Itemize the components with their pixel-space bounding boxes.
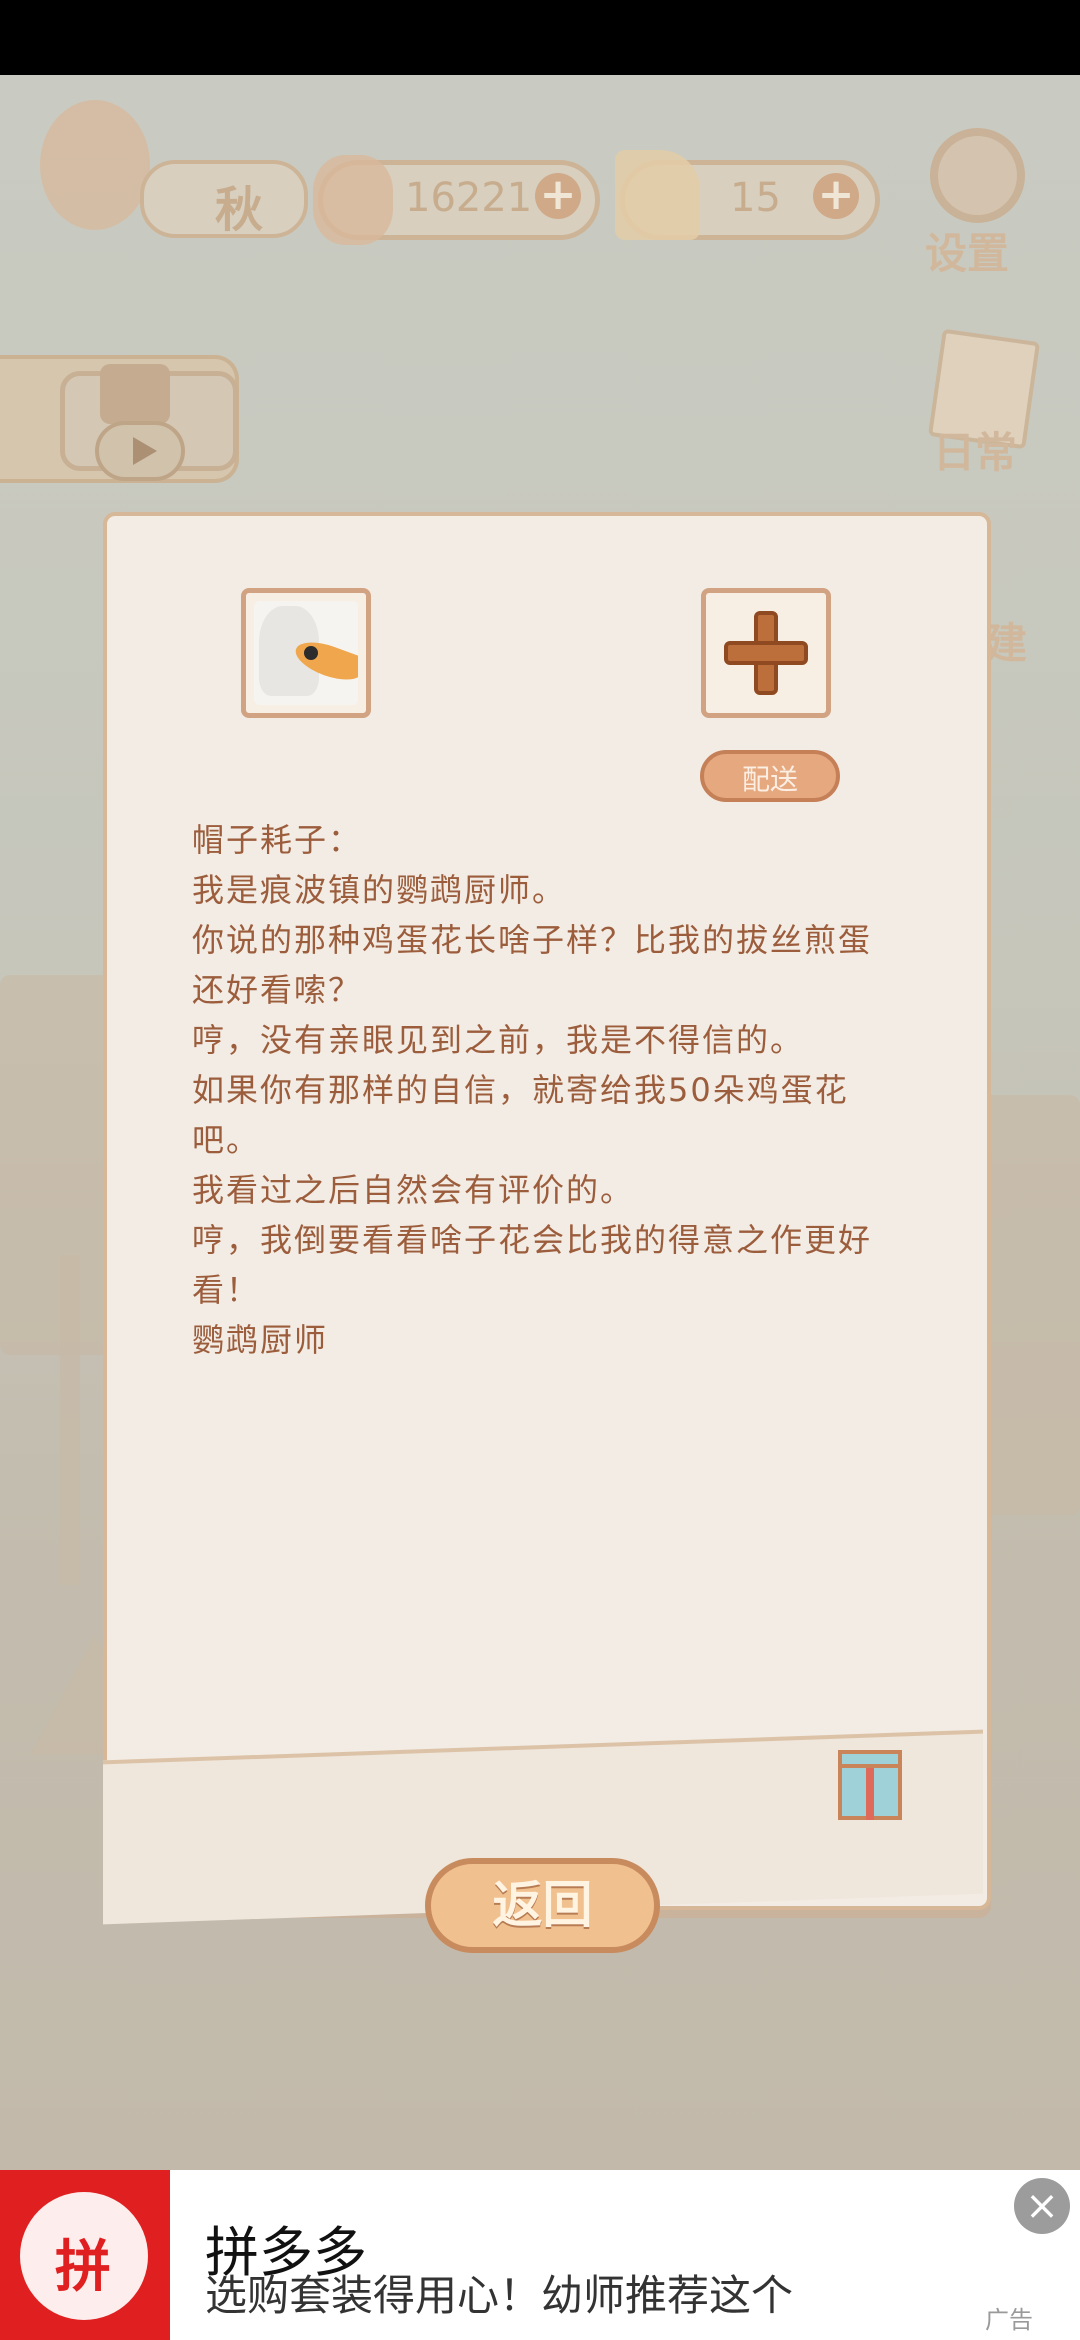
letter-line: 哼，我倒要看看啥子花会比我的得意之作更好 bbox=[192, 1221, 873, 1259]
letter-line: 吧。 bbox=[192, 1121, 261, 1159]
letter-line: 帽子耗子： bbox=[192, 821, 363, 859]
item-slot[interactable] bbox=[701, 588, 831, 718]
pinduoduo-logo: 拼 bbox=[0, 2170, 170, 2340]
daily-label: 日常 bbox=[933, 428, 1018, 477]
letter-signature: 鹦鹉厨师 bbox=[192, 1321, 329, 1359]
build-label: 建 bbox=[985, 619, 1028, 668]
letter-line: 如果你有那样的自信，就寄给我50朵鸡蛋花 bbox=[192, 1071, 849, 1109]
season-badge[interactable]: 秋 bbox=[40, 100, 308, 238]
settings-button[interactable]: 设置 bbox=[915, 128, 1040, 278]
letter-line: 我是痕波镇的鹦鹉厨师。 bbox=[192, 871, 567, 909]
letter-line: 看！ bbox=[192, 1271, 261, 1309]
season-label: 秋 bbox=[215, 182, 264, 238]
gear-icon bbox=[930, 128, 1025, 223]
fish-currency: 16221 + bbox=[313, 155, 600, 245]
tree-icon bbox=[40, 100, 150, 230]
back-button[interactable]: 返回 bbox=[425, 1858, 660, 1953]
gift-icon[interactable] bbox=[838, 1750, 902, 1820]
ad-subtitle[interactable]: 选购套装得用心！幼师推荐这个 bbox=[205, 2262, 793, 2323]
daily-button[interactable]: 日常 bbox=[915, 328, 1045, 477]
add-cheese-button[interactable]: + bbox=[813, 173, 859, 219]
sender-portrait bbox=[241, 588, 371, 718]
background-lamp-post bbox=[60, 1255, 80, 1585]
letter-line: 你说的那种鸡蛋花长啥子样？比我的拔丝煎蛋 bbox=[192, 921, 873, 959]
cheese-count: 15 bbox=[730, 175, 781, 221]
letter-line: 哼，没有亲眼见到之前，我是不得信的。 bbox=[192, 1021, 805, 1059]
letter-body: 帽子耗子： 我是痕波镇的鹦鹉厨师。 你说的那种鸡蛋花长啥子样？比我的拔丝煎蛋 还… bbox=[192, 815, 912, 1365]
close-icon[interactable]: × bbox=[1014, 2178, 1070, 2234]
build-button[interactable]: 建 bbox=[985, 540, 1080, 680]
briefcase-icon bbox=[100, 364, 170, 424]
play-icon bbox=[95, 421, 185, 481]
cheese-icon bbox=[615, 150, 700, 240]
ad-tag: 广告 bbox=[985, 2306, 1033, 2334]
send-button[interactable]: 配送 bbox=[700, 750, 840, 802]
status-bar bbox=[0, 0, 1080, 75]
settings-label: 设置 bbox=[925, 229, 1010, 278]
cheese-currency: 15 + bbox=[615, 150, 880, 240]
logo-text: 拼 bbox=[55, 2235, 111, 2300]
letter-line: 还好看嗦？ bbox=[192, 971, 363, 1009]
letter-line: 我看过之后自然会有评价的。 bbox=[192, 1171, 635, 1209]
add-fish-button[interactable]: + bbox=[535, 173, 581, 219]
parrot-chef-avatar bbox=[254, 601, 358, 705]
fish-bone-icon bbox=[313, 155, 393, 245]
video-reward-panel[interactable] bbox=[0, 355, 239, 483]
fish-count: 16221 bbox=[405, 175, 533, 221]
